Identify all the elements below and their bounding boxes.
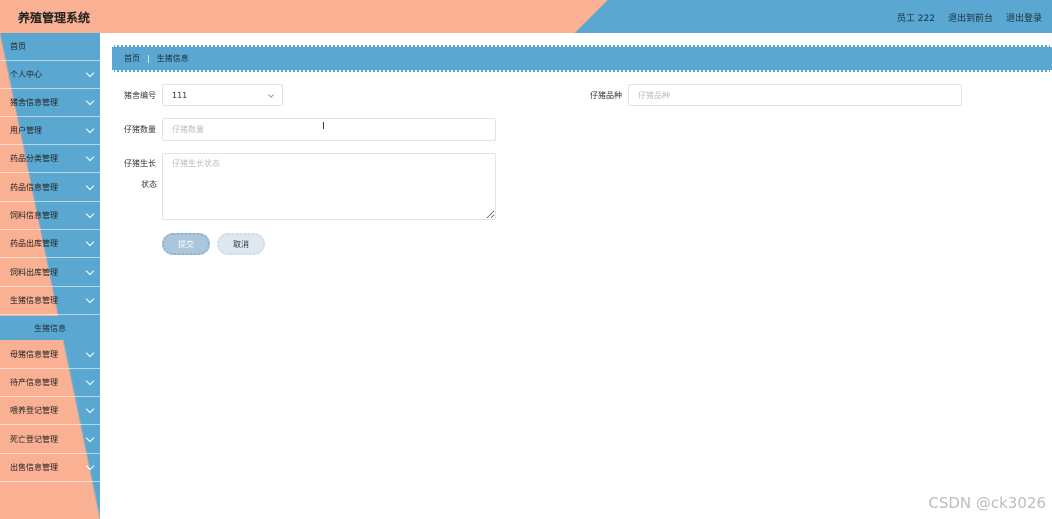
sidebar-item-label: 饲料出库管理	[10, 268, 58, 277]
sidebar-item-label: 药品分类管理	[10, 154, 58, 163]
sidebar-item-label: 出售信息管理	[10, 463, 58, 472]
submit-button[interactable]: 提交	[162, 233, 210, 255]
piglet-count-input[interactable]	[162, 118, 496, 141]
pen-number-value: 111	[172, 90, 188, 100]
sidebar-item-personal-center[interactable]: 个人中心	[0, 61, 100, 89]
back-to-front-link[interactable]: 退出到前台	[948, 11, 993, 24]
piglet-breed-input[interactable]	[628, 84, 962, 106]
sidebar-item-farrowing-info[interactable]: 待产信息管理	[0, 369, 100, 397]
pen-number-label: 猪舍编号	[124, 91, 156, 100]
sidebar-item-label: 首页	[10, 42, 26, 51]
pen-number-select[interactable]: 111	[162, 84, 283, 106]
sidebar-item-label: 母猪信息管理	[10, 350, 58, 359]
sidebar-item-label: 生猪信息管理	[10, 296, 58, 305]
chevron-down-icon	[85, 209, 95, 219]
chevron-down-icon	[85, 96, 95, 106]
sidebar-item-home[interactable]: 首页	[0, 33, 100, 61]
sidebar-item-feed-outbound[interactable]: 饲料出库管理	[0, 259, 100, 287]
sidebar-item-feeding-register[interactable]: 喂养登记管理	[0, 397, 100, 425]
chevron-down-icon	[85, 294, 95, 304]
sidebar-item-feed-info[interactable]: 饲料信息管理	[0, 202, 100, 230]
chevron-down-icon	[85, 266, 95, 276]
piglet-growth-textarea[interactable]	[162, 153, 496, 220]
sidebar-item-sales-info[interactable]: 出售信息管理	[0, 454, 100, 482]
chevron-down-icon	[85, 376, 95, 386]
chevron-down-icon	[85, 461, 95, 471]
chevron-down-icon	[85, 181, 95, 191]
breadcrumb: 首页 | 生猪信息	[112, 45, 1052, 72]
sidebar-item-label: 用户管理	[10, 126, 42, 135]
chevron-down-icon	[85, 68, 95, 78]
sidebar-item-user-management[interactable]: 用户管理	[0, 117, 100, 145]
sidebar-item-drug-info[interactable]: 药品信息管理	[0, 174, 100, 202]
sidebar-item-label: 死亡登记管理	[10, 435, 58, 444]
chevron-down-icon	[268, 92, 274, 98]
sidebar-item-label: 药品出库管理	[10, 239, 58, 248]
sidebar-item-pen-management[interactable]: 猪舍信息管理	[0, 89, 100, 117]
chevron-down-icon	[85, 348, 95, 358]
piglet-growth-label: 仔猪生长 状态	[108, 156, 157, 192]
piglet-breed-label: 仔猪品种	[590, 91, 622, 100]
sidebar: 首页 个人中心 猪舍信息管理 用户管理 药品分类管理 药品信息管理 饲料信息管理…	[0, 33, 100, 519]
sidebar-subitem-label: 生猪信息	[34, 323, 66, 333]
current-user: 员工 222	[896, 14, 935, 24]
app-title: 养殖管理系统	[18, 11, 91, 25]
chevron-down-icon	[85, 124, 95, 134]
sidebar-item-label: 猪舍信息管理	[10, 98, 58, 107]
watermark: CSDN @ck3026	[928, 494, 1046, 512]
sidebar-item-sow-info[interactable]: 母猪信息管理	[0, 341, 100, 369]
sidebar-item-death-register[interactable]: 死亡登记管理	[0, 426, 100, 454]
logout-link[interactable]: 退出登录	[1006, 11, 1042, 24]
sidebar-item-label: 个人中心	[10, 70, 42, 79]
sidebar-item-pig-info[interactable]: 生猪信息管理	[0, 287, 100, 315]
sidebar-item-drug-category[interactable]: 药品分类管理	[0, 145, 100, 173]
top-header: 养殖管理系统 员工 222 退出到前台 退出登录	[0, 0, 1052, 33]
chevron-down-icon	[85, 404, 95, 414]
sidebar-item-label: 待产信息管理	[10, 378, 58, 387]
breadcrumb-separator: |	[147, 54, 150, 63]
sidebar-subitem-pig-info[interactable]: 生猪信息	[0, 316, 100, 340]
sidebar-item-label: 药品信息管理	[10, 183, 58, 192]
sidebar-item-drug-outbound[interactable]: 药品出库管理	[0, 230, 100, 258]
sidebar-item-label: 喂养登记管理	[10, 406, 58, 415]
piglet-count-label: 仔猪数量	[124, 125, 156, 134]
chevron-down-icon	[85, 152, 95, 162]
breadcrumb-current: 生猪信息	[156, 54, 189, 63]
chevron-down-icon	[85, 433, 95, 443]
breadcrumb-home[interactable]: 首页	[124, 53, 140, 64]
text-cursor-icon: I	[322, 121, 325, 132]
header-actions: 员工 222 退出到前台 退出登录	[897, 11, 1042, 24]
piglet-growth-label-line2: 状态	[141, 180, 157, 189]
cancel-button[interactable]: 取消	[217, 233, 265, 255]
piglet-growth-label-line1: 仔猪生长	[124, 159, 156, 168]
sidebar-item-label: 饲料信息管理	[10, 211, 58, 220]
chevron-down-icon	[85, 237, 95, 247]
